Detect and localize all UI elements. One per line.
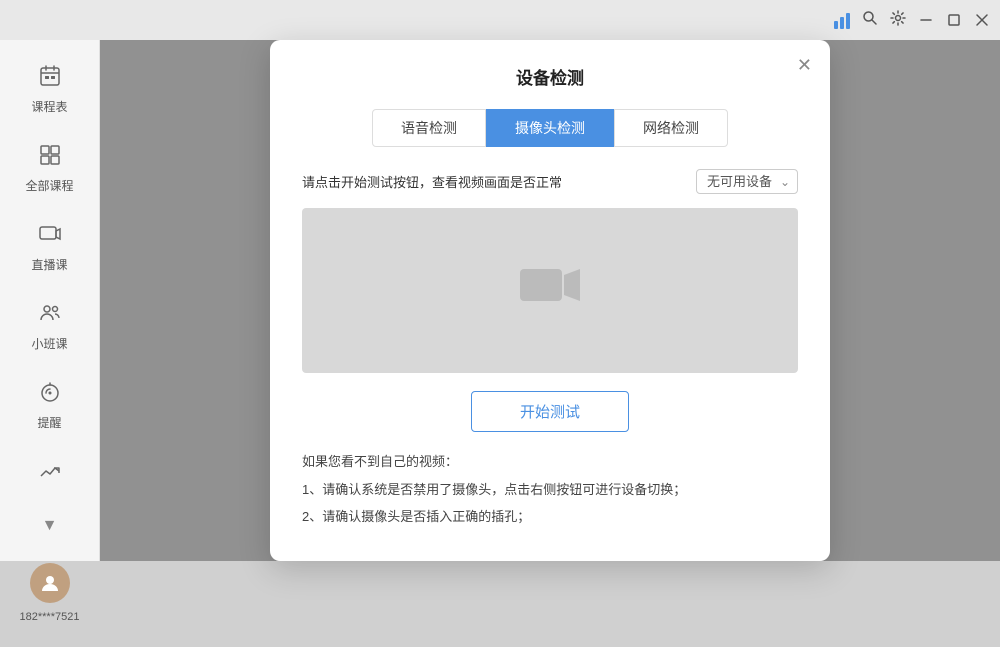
camera-icon <box>518 261 582 321</box>
tab-network[interactable]: 网络检测 <box>614 109 728 147</box>
sidebar: 课程表 全部课程 直播课 <box>0 40 100 561</box>
schedule-icon <box>38 64 62 94</box>
sidebar-item-down[interactable]: ▼ <box>0 503 99 549</box>
chevron-down-icon: ▼ <box>42 517 58 535</box>
device-select-wrapper[interactable]: 无可用设备 <box>696 169 798 194</box>
sidebar-item-live[interactable]: 直播课 <box>0 208 99 287</box>
sidebar-item-small-class[interactable]: 小班课 <box>0 287 99 366</box>
maximize-button[interactable] <box>946 12 962 28</box>
sidebar-item-reminder[interactable]: 提醒 <box>0 366 99 445</box>
modal-close-button[interactable]: ✕ <box>797 56 812 74</box>
sidebar-item-live-label: 直播课 <box>31 256 67 273</box>
sidebar-item-all-courses-label: 全部课程 <box>25 177 73 194</box>
sidebar-item-schedule-label: 课程表 <box>31 98 67 115</box>
stats-icon <box>38 459 62 489</box>
minimize-button[interactable] <box>918 12 934 28</box>
tab-audio[interactable]: 语音检测 <box>372 109 486 147</box>
description-row: 请点击开始测试按钮，查看视频画面是否正常 无可用设备 <box>302 169 798 194</box>
reminder-icon <box>38 380 62 410</box>
sidebar-item-all-courses[interactable]: 全部课程 <box>0 129 99 208</box>
start-test-button[interactable]: 开始测试 <box>471 391 629 432</box>
modal-tabs: 语音检测 摄像头检测 网络检测 <box>302 109 798 147</box>
description-text: 请点击开始测试按钮，查看视频画面是否正常 <box>302 172 562 191</box>
avatar <box>30 563 70 603</box>
settings-icon[interactable] <box>890 10 906 31</box>
device-select[interactable]: 无可用设备 <box>696 169 798 194</box>
help-text: 如果您看不到自己的视频： 1、请确认系统是否禁用了摄像头，点击右侧按钮可进行设备… <box>302 450 798 528</box>
video-preview <box>302 208 798 373</box>
signal-icon <box>834 11 850 29</box>
avatar-label: 182****7521 <box>20 611 80 623</box>
small-class-icon <box>38 301 62 331</box>
avatar-item[interactable]: 182****7521 <box>0 549 99 637</box>
help-item-1: 1、请确认系统是否禁用了摄像头，点击右侧按钮可进行设备切换； <box>302 478 798 501</box>
sidebar-item-small-class-label: 小班课 <box>31 335 67 352</box>
close-button[interactable] <box>974 12 990 28</box>
search-icon[interactable] <box>862 10 878 31</box>
live-icon <box>38 222 62 252</box>
sidebar-bottom: ▼ 182****7521 <box>0 503 99 647</box>
main-content: ✕ 设备检测 语音检测 摄像头检测 网络检测 请点击开始测试按钮，查看视频画面是… <box>100 40 1000 561</box>
titlebar <box>0 0 1000 40</box>
modal-dialog: ✕ 设备检测 语音检测 摄像头检测 网络检测 请点击开始测试按钮，查看视频画面是… <box>270 40 830 560</box>
sidebar-item-reminder-label: 提醒 <box>37 414 61 431</box>
tab-camera[interactable]: 摄像头检测 <box>486 109 614 147</box>
modal-overlay: ✕ 设备检测 语音检测 摄像头检测 网络检测 请点击开始测试按钮，查看视频画面是… <box>100 40 1000 561</box>
help-title: 如果您看不到自己的视频： <box>302 450 798 473</box>
modal-title: 设备检测 <box>302 64 798 89</box>
sidebar-item-schedule[interactable]: 课程表 <box>0 50 99 129</box>
help-item-2: 2、请确认摄像头是否插入正确的插孔； <box>302 505 798 528</box>
sidebar-item-stats[interactable] <box>0 445 99 503</box>
all-courses-icon <box>38 143 62 173</box>
